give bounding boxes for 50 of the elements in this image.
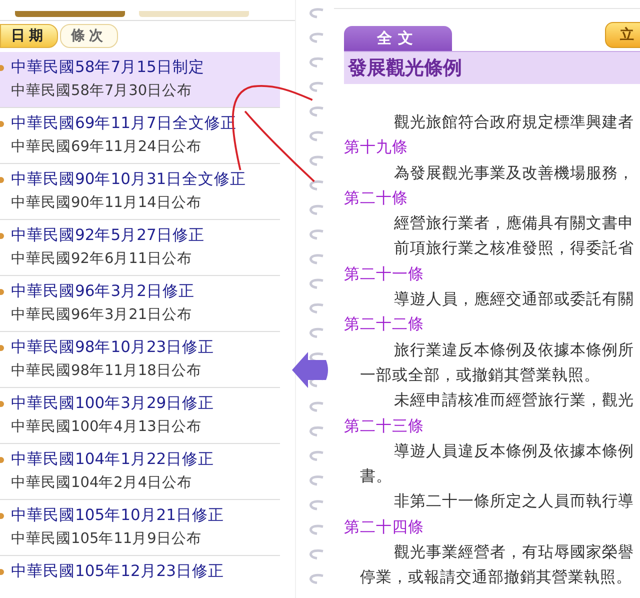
article-heading: 第二十一條: [344, 264, 424, 285]
history-item[interactable]: 中華民國98年10月23日修正 中華民國98年11月18日公布: [0, 332, 280, 388]
promulgation-date: 中華民國96年3月21日公布: [11, 306, 192, 324]
amendment-date[interactable]: 中華民國92年5月27日修正: [11, 225, 204, 246]
promulgation-date: 中華民國100年4月13日公布: [11, 418, 202, 436]
article-heading: 第二十三條: [344, 416, 424, 437]
promulgation-date: 中華民國69年11月24日公布: [11, 138, 202, 156]
history-item[interactable]: 中華民國96年3月2日修正 中華民國96年3月21日公布: [0, 276, 280, 332]
promulgation-date: 中華民國105年11月9日公布: [11, 530, 202, 548]
article-paragraph: 非第二十一條所定之人員而執行導: [393, 491, 634, 512]
amendment-date[interactable]: 中華民國105年10月21日修正: [11, 505, 224, 526]
tab[interactable]: [139, 11, 249, 17]
article-paragraph: 前項旅行業之核准發照，得委託省: [393, 238, 634, 260]
promulgation-date: 中華民國90年11月14日公布: [11, 194, 202, 212]
article-paragraph: 未經申請核准而經營旅行業，觀光: [393, 390, 634, 412]
article-paragraph: 導遊人員違反本條例及依據本條例 書。: [359, 440, 634, 488]
article-paragraph: 觀光旅館符合政府規定標準興建者: [393, 112, 634, 133]
law-title: 發展觀光條例: [348, 57, 462, 79]
amendment-date[interactable]: 中華民國104年1月22日修正: [11, 449, 214, 470]
promulgation-date: 中華民國58年7月30日公布: [11, 82, 192, 100]
amendment-date[interactable]: 中華民國105年12月23日修正: [11, 561, 224, 582]
article-heading: 第十九條: [344, 137, 408, 158]
promulgation-date: 中華民國104年2月4日公布: [11, 474, 192, 492]
amendment-date[interactable]: 中華民國100年3月29日修正: [11, 393, 214, 414]
tab[interactable]: [15, 11, 125, 17]
article-paragraph: 經營旅行業者，應備具有關文書申: [393, 213, 634, 234]
article-paragraph: 觀光事業經營者，有玷辱國家榮譽 停業，或報請交通部撤銷其營業執照。: [359, 542, 634, 588]
full-text-tab[interactable]: 全文: [344, 26, 452, 51]
article-paragraph: 旅行業違反本條例及依據本條例所 一部或全部，或撤銷其營業執照。: [359, 340, 634, 386]
history-item[interactable]: 中華民國105年12月23日修正: [0, 556, 280, 598]
promulgation-date: 中華民國92年6月11日公布: [11, 250, 192, 268]
history-item[interactable]: 中華民國92年5月27日修正 中華民國92年6月11日公布: [0, 220, 280, 276]
article-paragraph: 導遊人員，應經交通部或委託有關: [393, 289, 634, 310]
history-item[interactable]: 中華民國90年10月31日全文修正 中華民國90年11月14日公布: [0, 164, 280, 220]
amendment-date[interactable]: 中華民國58年7月15日制定: [11, 57, 204, 78]
article-paragraph: 為發展觀光事業及改善機場服務，: [393, 162, 634, 184]
history-item[interactable]: 中華民國100年3月29日修正 中華民國100年4月13日公布: [0, 388, 280, 444]
side-button[interactable]: 立: [605, 22, 640, 48]
article-heading: 第二十條: [344, 188, 408, 209]
article-heading: 第二十二條: [344, 314, 424, 336]
history-item[interactable]: 中華民國58年7月15日制定 中華民國58年7月30日公布: [0, 52, 280, 108]
article-heading: 第二十四條: [344, 516, 424, 538]
amendment-date[interactable]: 中華民國96年3月2日修正: [11, 281, 194, 302]
amendment-date[interactable]: 中華民國98年10月23日修正: [11, 337, 214, 358]
amendment-date[interactable]: 中華民國90年10月31日全文修正: [11, 169, 246, 190]
history-item[interactable]: 中華民國105年10月21日修正 中華民國105年11月9日公布: [0, 500, 280, 556]
promulgation-date: 中華民國98年11月18日公布: [11, 362, 202, 380]
sort-button[interactable]: 日期: [0, 24, 58, 48]
sort-button[interactable]: 條次: [60, 24, 118, 48]
history-item[interactable]: 中華民國104年1月22日修正 中華民國104年2月4日公布: [0, 444, 280, 500]
